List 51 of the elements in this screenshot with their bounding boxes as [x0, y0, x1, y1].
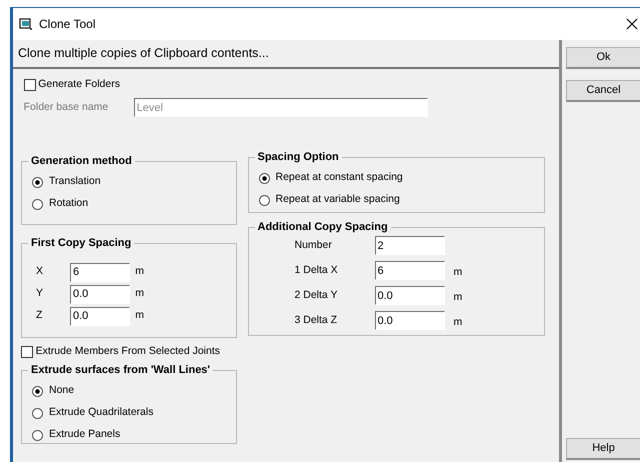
unit-label: m [454, 290, 462, 306]
input-field[interactable]: 6 [374, 261, 444, 280]
radio-label: Rotation [49, 196, 88, 212]
input-field[interactable]: 6 [70, 262, 130, 282]
field-label: Z [35, 308, 44, 324]
field-label: Folder base name [24, 100, 110, 115]
radio-button[interactable] [32, 198, 43, 210]
radio-button[interactable] [32, 176, 43, 188]
input-field[interactable]: 2 [374, 236, 444, 256]
radio-button[interactable] [32, 386, 43, 397]
radio-label: Repeat at variable spacing [276, 192, 400, 208]
checkbox-label: Generate Folders [38, 77, 120, 92]
dialog-button[interactable]: Cancel [566, 80, 640, 102]
input-field[interactable]: 0.0 [374, 286, 444, 306]
help-button[interactable]: Help [566, 438, 640, 460]
group-title: First Copy Spacing [30, 237, 132, 250]
field-label: Y [35, 286, 44, 302]
field-label: 2 Delta Y [294, 288, 338, 303]
unit-label: m [454, 265, 462, 280]
input-field[interactable]: 0.0 [70, 284, 130, 304]
checkbox[interactable] [24, 79, 36, 91]
unit-label: m [135, 308, 144, 324]
radio-label: None [49, 383, 74, 398]
radio-button[interactable] [258, 194, 270, 206]
field-label: Number [294, 238, 333, 253]
dialog-heading: Clone multiple copies of Clipboard contents... [18, 45, 269, 62]
unit-label: m [135, 286, 144, 302]
field-label: 1 Delta X [294, 262, 339, 278]
group-title: Generation method [30, 155, 133, 168]
checkbox-label: Extrude Members From Selected Joints [36, 344, 220, 360]
dialog-button[interactable]: Ok [566, 47, 640, 69]
checkbox[interactable] [21, 346, 33, 358]
radio-button[interactable] [32, 408, 43, 419]
unit-label: m [135, 264, 144, 280]
radio-button[interactable] [32, 430, 43, 441]
group-title: Additional Copy Spacing [256, 221, 389, 234]
app-icon [19, 18, 33, 30]
field-label: X [35, 264, 44, 280]
unit-label: m [454, 315, 462, 330]
input-field[interactable]: 0.0 [374, 311, 444, 330]
radio-label: Repeat at constant spacing [276, 170, 403, 186]
window-title: Clone Tool [39, 16, 96, 33]
radio-label: Translation [49, 174, 101, 190]
group-title: Spacing Option [256, 151, 340, 164]
radio-label: Extrude Panels [49, 427, 120, 442]
radio-button[interactable] [258, 172, 270, 184]
field-label: 3 Delta Z [294, 312, 338, 328]
close-icon[interactable] [626, 18, 638, 30]
radio-label: Extrude Quadrilaterals [49, 405, 154, 420]
group-title: Extrude surfaces from 'Wall Lines' [30, 364, 212, 376]
input-field[interactable]: 0.0 [70, 306, 130, 326]
